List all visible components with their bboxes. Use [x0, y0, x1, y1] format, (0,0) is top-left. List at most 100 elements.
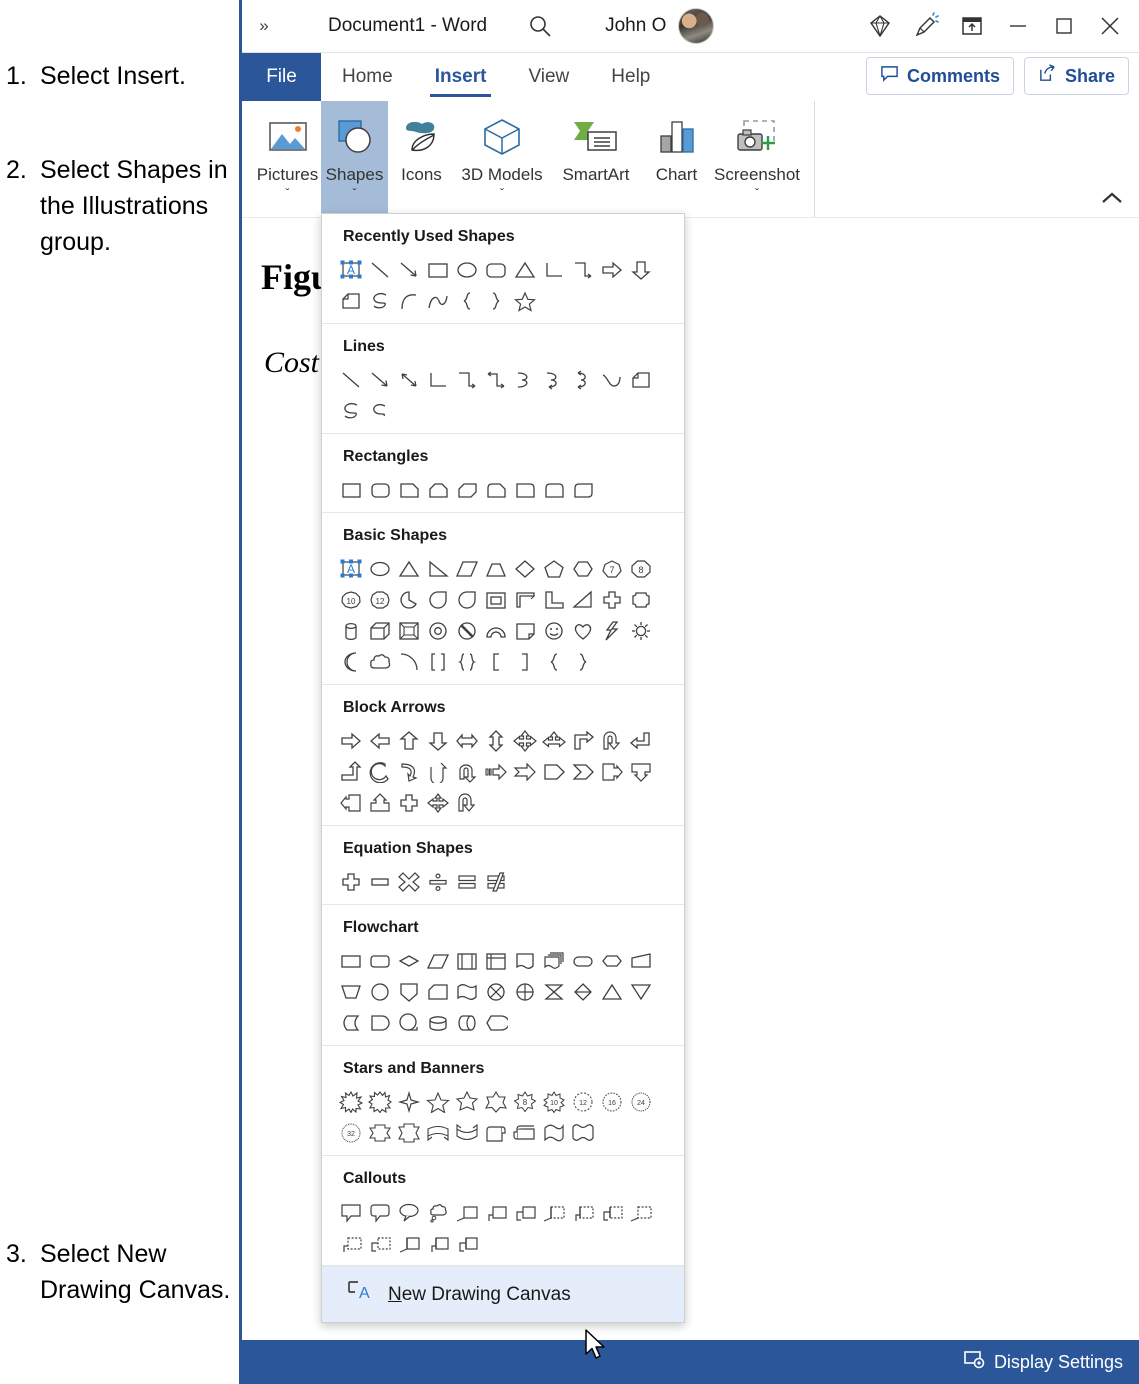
shape-curved-arrow-connector[interactable] [539, 364, 568, 395]
shape-left-arrow-callout[interactable] [336, 787, 365, 818]
shape-cross[interactable] [597, 584, 626, 615]
shapes-button[interactable]: Shapes ˇ [321, 101, 388, 213]
shape-right-arrow[interactable] [597, 254, 626, 285]
shape-multiply[interactable] [394, 866, 423, 897]
shape-up-ribbon[interactable] [365, 1117, 394, 1148]
shape-line-callout-2-accent-bar[interactable] [568, 1196, 597, 1227]
shape-flowchart-decision[interactable] [394, 945, 423, 976]
3d-models-button[interactable]: 3D Models ˇ [455, 101, 549, 213]
shape-diagonal-stripe[interactable] [568, 584, 597, 615]
shape-right-brace[interactable] [481, 285, 510, 316]
shape-round-single-corner-rectangle[interactable] [510, 474, 539, 505]
shape-cross-arrow[interactable] [394, 787, 423, 818]
icons-button[interactable]: Icons [388, 101, 455, 213]
shape-right-triangle[interactable] [423, 553, 452, 584]
pen-icon[interactable] [903, 3, 949, 49]
shape-down-arrow-callout[interactable] [626, 756, 655, 787]
shape-callout-no-border-2[interactable] [336, 1227, 365, 1258]
shape-can[interactable] [336, 615, 365, 646]
shape-curve[interactable] [597, 364, 626, 395]
shape-elbow-double-arrow-connector[interactable] [481, 364, 510, 395]
shape-flowchart-display[interactable] [481, 1007, 510, 1038]
shape-right-arrow[interactable] [336, 725, 365, 756]
shape-decagon[interactable]: 10 [336, 584, 365, 615]
pictures-button[interactable]: Pictures ˇ [254, 101, 321, 213]
chevron-down-icon[interactable]: ˇ [286, 186, 290, 200]
shape-star-16-point[interactable]: 16 [597, 1086, 626, 1117]
shape-u-turn-arrow[interactable] [597, 725, 626, 756]
shape-flowchart-internal-storage[interactable] [481, 945, 510, 976]
shape-callout-no-border-3[interactable] [365, 1227, 394, 1258]
shape-line-callout-1-accent-bar[interactable] [539, 1196, 568, 1227]
shape-down-arrow[interactable] [626, 254, 655, 285]
shape-flowchart-document[interactable] [510, 945, 539, 976]
shape-division[interactable] [423, 866, 452, 897]
shape-three-way-arrow[interactable] [539, 725, 568, 756]
shape-down-arrow[interactable] [423, 725, 452, 756]
shape-line-callout-3[interactable] [510, 1196, 539, 1227]
chevron-down-icon[interactable]: ˇ [353, 186, 357, 200]
shape-up-down-arrow[interactable] [481, 725, 510, 756]
ribbon-display-options-icon[interactable] [949, 3, 995, 49]
quick-access-toolbar-more-icon[interactable]: » [242, 16, 286, 36]
shape-line-callout-bordered-2[interactable] [423, 1227, 452, 1258]
shape-flowchart-manual-input[interactable] [626, 945, 655, 976]
shape-chord[interactable] [452, 584, 481, 615]
shape-scribble[interactable] [336, 395, 365, 426]
shape-chevron[interactable] [568, 756, 597, 787]
shape-wave[interactable] [539, 1117, 568, 1148]
shape-text-box[interactable]: A [336, 553, 365, 584]
shape-flowchart-punched-tape[interactable] [452, 976, 481, 1007]
shape-folded-corner[interactable] [510, 615, 539, 646]
shape-flowchart-predefined-process[interactable] [452, 945, 481, 976]
shape-flowchart-card[interactable] [423, 976, 452, 1007]
shape-notched-right-arrow[interactable] [510, 756, 539, 787]
shape-flowchart-delay[interactable] [365, 1007, 394, 1038]
shape-freeform-scribble[interactable] [365, 395, 394, 426]
share-button[interactable]: Share [1023, 57, 1129, 95]
shape-donut[interactable] [423, 615, 452, 646]
tab-insert[interactable]: Insert [414, 53, 508, 101]
shape-curved-down-ribbon[interactable] [452, 1117, 481, 1148]
shape-double-bracket[interactable] [423, 646, 452, 677]
shape-line[interactable] [336, 364, 365, 395]
shape-four-way-arrow[interactable] [510, 725, 539, 756]
tab-file[interactable]: File [242, 53, 321, 101]
shape-flowchart-sequential-access-storage[interactable] [394, 1007, 423, 1038]
shape-rounded-rectangle[interactable] [481, 254, 510, 285]
shape-flowchart-connector[interactable] [365, 976, 394, 1007]
shape-half-frame[interactable] [510, 584, 539, 615]
shape-regular-pentagon-plaque[interactable] [626, 584, 655, 615]
shape-quad-arrow-sharp[interactable] [423, 787, 452, 818]
shape-flowchart-direct-access-storage[interactable] [452, 1007, 481, 1038]
shape-round-diagonal-corner-rectangle[interactable] [568, 474, 597, 505]
shape-not-equal[interactable] [481, 866, 510, 897]
diamond-icon[interactable] [857, 3, 903, 49]
shape-lightning-bolt[interactable] [597, 615, 626, 646]
shape-elbow-connector[interactable] [539, 254, 568, 285]
shape-rounded-rectangle[interactable] [365, 474, 394, 505]
shape-flowchart-sort[interactable] [568, 976, 597, 1007]
shape-flowchart-or[interactable] [510, 976, 539, 1007]
shape-star-5-point[interactable] [423, 1086, 452, 1117]
shape-star-7-point[interactable] [481, 1086, 510, 1117]
shape-line-callout-2[interactable] [481, 1196, 510, 1227]
shape-flowchart-process[interactable] [336, 945, 365, 976]
shape-pentagon-arrow[interactable] [539, 756, 568, 787]
shapes-dropdown-menu[interactable]: Recently Used Shapes A Lines Rectangles … [321, 213, 685, 1323]
shape-vertical-scroll[interactable] [481, 1117, 510, 1148]
shape-parallelogram[interactable] [452, 553, 481, 584]
shape-left-arrow[interactable] [365, 725, 394, 756]
shape-flowchart-summing-junction[interactable] [481, 976, 510, 1007]
shape-elbow-connector[interactable] [423, 364, 452, 395]
shape-left-up-arrow-2[interactable] [626, 725, 655, 756]
user-account-name[interactable]: John O [605, 15, 666, 37]
shape-snip-same-side-corner-rectangle[interactable] [423, 474, 452, 505]
shape-flowchart-preparation[interactable] [597, 945, 626, 976]
shape-star-5-point[interactable] [510, 285, 539, 316]
shape-curve[interactable] [394, 285, 423, 316]
shape-line-arrow[interactable] [394, 254, 423, 285]
shape-moon[interactable] [336, 646, 365, 677]
shape-heart[interactable] [568, 615, 597, 646]
shape-flowchart-merge[interactable] [626, 976, 655, 1007]
